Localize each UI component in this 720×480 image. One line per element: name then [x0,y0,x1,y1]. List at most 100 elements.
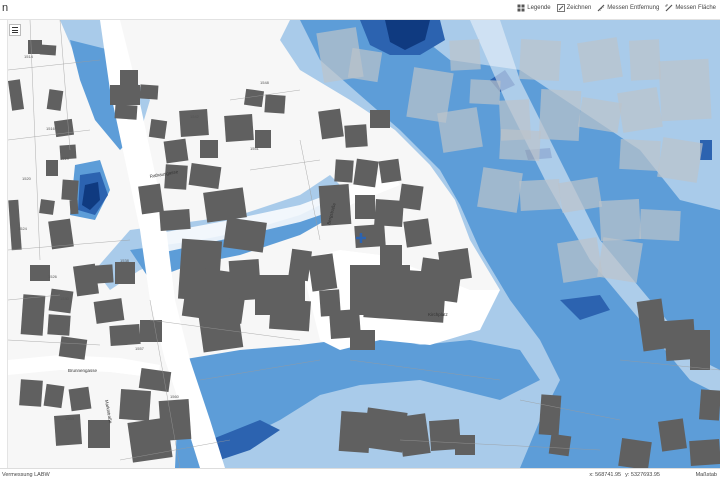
measure-area-button[interactable]: Messen Fläche [665,4,716,12]
building [164,164,188,190]
building [378,158,402,184]
measure-area-label: Messen Fläche [675,5,716,11]
coord-x: x: 568741.95 [589,472,622,478]
building [455,435,475,455]
building [139,84,159,100]
building-flooded [557,237,603,283]
building [120,70,138,88]
parcel-number-label: 1519 [60,156,70,161]
map-svg: 1514 1516 1519 1520 1524 1526 1530 1538 1542 1548… [8,20,720,468]
building [438,248,472,282]
building [203,187,247,223]
measure-distance-button[interactable]: Messen Entfernung [597,4,659,12]
building [46,89,64,111]
building [350,330,375,350]
building [30,265,50,281]
building [223,217,267,253]
building [93,298,125,324]
draw-button[interactable]: Zeichnen [556,4,591,12]
coordinate-readout: x: 568741.95 y: 5327693.95 [589,472,660,478]
building [264,94,286,114]
building [115,262,135,284]
app-title: n [2,2,9,14]
parcel-number-label: 1524 [18,226,28,231]
building-flooded [639,208,681,242]
building-flooded [617,87,663,133]
parcel-number-label: 1538 [120,258,130,263]
legend-button[interactable]: Legende [517,4,551,12]
building [159,208,191,232]
building [658,418,687,452]
building [61,179,79,201]
building-flooded [657,137,703,183]
building [109,323,141,347]
building [354,223,386,249]
building [19,379,43,407]
building [403,218,432,248]
building [334,159,354,183]
building-flooded [577,37,623,83]
building [243,88,265,108]
building-flooded [477,167,523,213]
building [224,114,254,142]
attribution-text: Vermessung LABW [2,472,50,478]
parcel-number-label: 1516 [46,126,56,131]
building-flooded [597,237,643,283]
building-flooded [619,138,661,172]
measure-distance-label: Messen Entfernung [607,5,660,11]
building [288,248,312,282]
building [68,386,92,412]
scale-label: Maßstab [695,472,717,478]
legend-icon [517,4,525,12]
parcel-number-label: 1520 [22,176,32,181]
building [200,140,218,158]
building [94,264,114,284]
building-flooded [598,198,642,242]
building [46,160,58,176]
left-panel-strip [0,20,8,468]
parcel-number-label: 1548 [260,80,270,85]
parcel-number-label: 1514 [24,54,34,59]
coord-y: y: 5327693.95 [625,472,660,478]
building-flooded [518,38,562,82]
building [148,118,168,140]
building [138,368,172,392]
building [370,110,390,128]
building [58,336,88,360]
map-canvas[interactable]: 1514 1516 1519 1520 1524 1526 1530 1538 1542 1548… [8,20,720,468]
building-flooded [469,79,501,105]
building [307,253,338,292]
building [397,413,431,457]
building [355,195,375,219]
street-label-kirchplatz: Kirchplatz [428,312,449,317]
building-flooded [347,47,383,83]
menu-button[interactable] [9,24,21,36]
building-flooded [499,128,541,162]
building-flooded [519,178,561,212]
building [118,388,152,422]
building [398,183,424,211]
building [138,183,164,215]
building [318,108,344,140]
building [353,158,379,188]
building-flooded [658,58,712,122]
building [39,199,55,215]
parcel-number-label: 1560 [170,394,180,399]
building-flooded [628,39,662,81]
top-toolbar: n Legende Zeichnen Messen Entfernung Mes… [0,0,720,20]
building [380,245,402,265]
building [689,438,720,467]
status-bar: Vermessung LABW x: 568741.95 y: 5327693.… [0,468,720,480]
building [269,298,311,332]
building [188,163,222,189]
pencil-icon [556,4,565,12]
building [88,420,110,448]
building [163,138,189,164]
building [618,438,652,468]
building [548,433,572,457]
building-flooded [437,107,483,153]
building [538,394,562,436]
menu-line [12,29,18,31]
building [47,314,71,336]
building [39,44,57,56]
